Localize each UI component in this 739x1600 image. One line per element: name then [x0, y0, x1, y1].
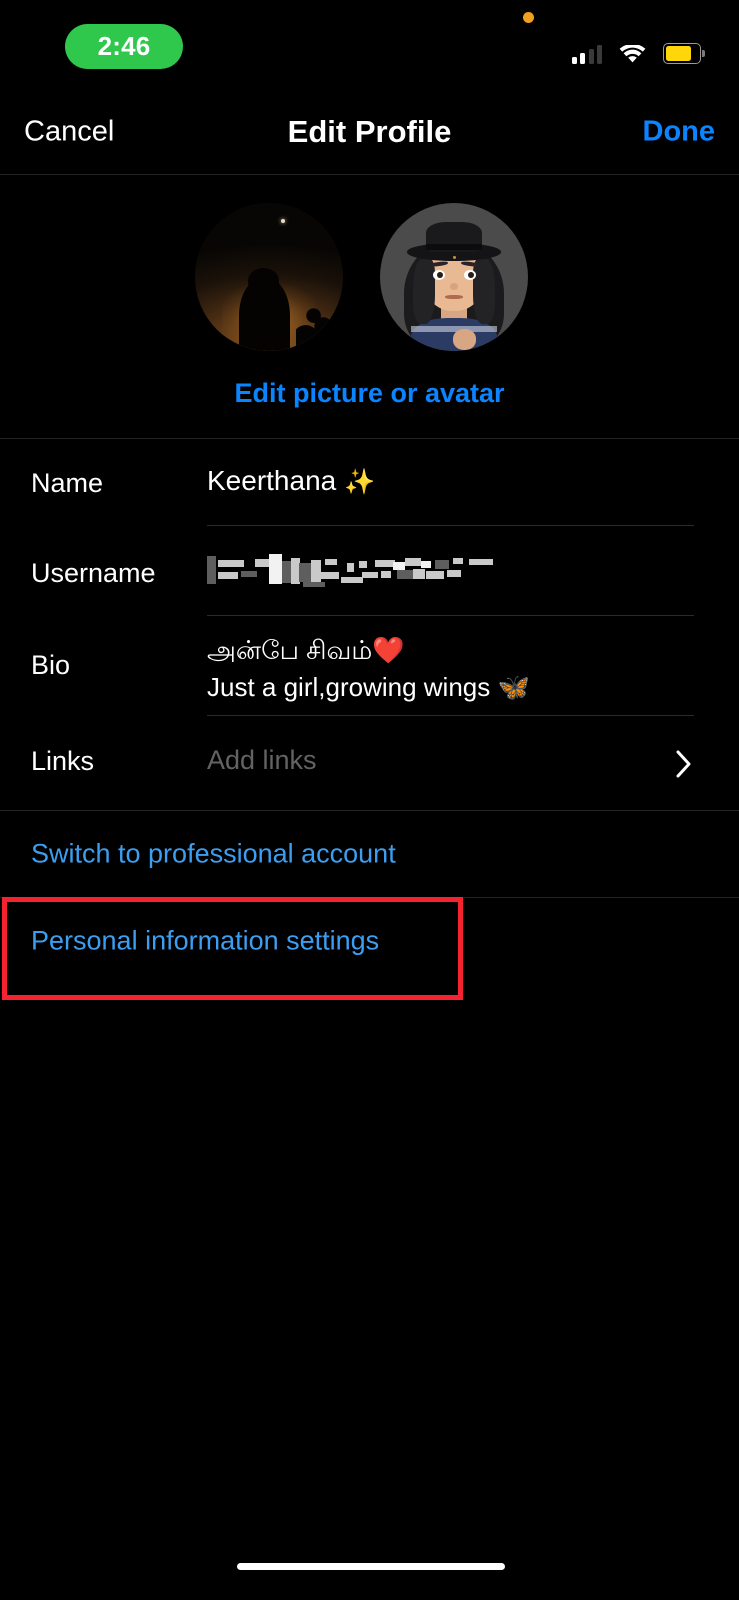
edit-picture-or-avatar-link[interactable]: Edit picture or avatar — [0, 378, 739, 409]
bio-label: Bio — [31, 650, 71, 680]
bio-line-1: அன்பே சிவம்❤️ — [207, 632, 530, 669]
personal-information-settings-label: Personal information settings — [31, 925, 380, 955]
cellular-bars-icon — [571, 44, 602, 64]
bio-line-2: Just a girl,growing wings 🦋 — [207, 669, 530, 706]
battery-icon — [663, 43, 705, 64]
bio-line-1-text: அன்பே சிவம் — [207, 635, 373, 665]
cancel-button[interactable]: Cancel — [24, 115, 114, 148]
name-value[interactable]: Keerthana ✨ — [207, 465, 375, 497]
phone-screen: 2:46 Cancel Edit Profile Done Edit pictu… — [0, 0, 739, 1600]
status-icons — [571, 38, 705, 64]
wifi-icon — [619, 44, 646, 64]
status-time: 2:46 — [97, 31, 151, 61]
username-label: Username — [31, 558, 156, 588]
redacted-username-block — [207, 552, 494, 588]
bio-line-2-text: Just a girl,growing wings — [207, 672, 491, 702]
profile-picture[interactable] — [195, 203, 343, 351]
home-indicator[interactable] — [237, 1563, 505, 1570]
switch-to-professional-account-label: Switch to professional account — [31, 838, 396, 868]
field-row-links[interactable]: Links Add links — [0, 716, 739, 804]
navigation-bar: Cancel Edit Profile Done — [0, 88, 739, 175]
time-pill: 2:46 — [65, 24, 183, 69]
red-heart-icon: ❤️ — [372, 635, 405, 665]
privacy-indicator-dot — [523, 12, 534, 23]
done-button[interactable]: Done — [643, 115, 716, 148]
links-placeholder[interactable]: Add links — [207, 745, 317, 776]
status-bar: 2:46 — [0, 0, 739, 88]
personal-information-settings-row[interactable]: Personal information settings — [0, 897, 739, 984]
field-row-bio[interactable]: Bio அன்பே சிவம்❤️ Just a girl,growing wi… — [0, 616, 739, 716]
account-actions-list: Switch to professional account Personal … — [0, 810, 739, 984]
links-label: Links — [31, 746, 95, 776]
switch-to-professional-account-row[interactable]: Switch to professional account — [0, 810, 739, 897]
page-title: Edit Profile — [287, 113, 452, 149]
sparkles-icon: ✨ — [344, 468, 376, 496]
butterfly-icon: 🦋 — [497, 672, 530, 702]
bio-value[interactable]: அன்பே சிவம்❤️ Just a girl,growing wings … — [207, 632, 530, 706]
username-value-redacted[interactable] — [207, 552, 494, 588]
name-label: Name — [31, 468, 104, 498]
field-row-name[interactable]: Name Keerthana ✨ — [0, 438, 739, 526]
name-text: Keerthana — [207, 465, 337, 496]
profile-fields-list: Name Keerthana ✨ Username Bio அன்பே சிவம… — [0, 438, 739, 804]
field-row-username[interactable]: Username — [0, 526, 739, 616]
chevron-right-icon[interactable] — [675, 749, 693, 779]
avatar-section: Edit picture or avatar — [0, 175, 739, 438]
avatar[interactable] — [380, 203, 528, 351]
